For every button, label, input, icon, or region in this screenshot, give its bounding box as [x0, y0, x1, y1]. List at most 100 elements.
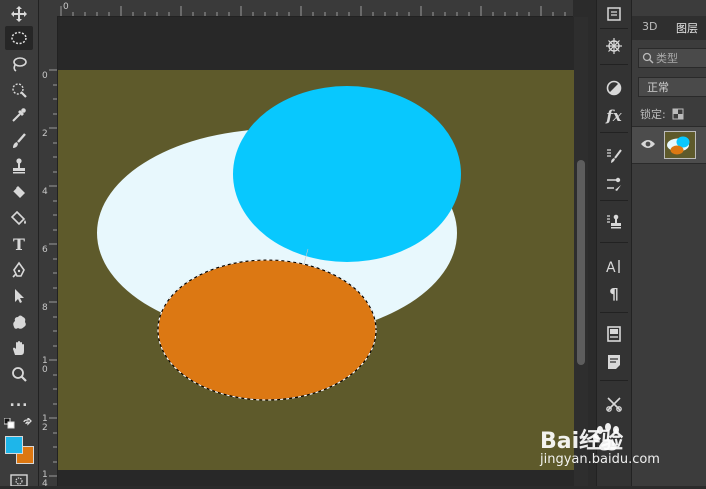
character-button[interactable]: A: [601, 254, 627, 278]
lasso-icon: [13, 57, 27, 72]
search-icon: [642, 52, 654, 64]
paint-bucket-tool[interactable]: [5, 206, 33, 230]
vertical-ruler[interactable]: 0 2 4 6 8 1 0 1 2 1 4: [39, 16, 58, 489]
clone-stamp-icon: [13, 158, 25, 174]
pen-icon: [12, 261, 25, 278]
elliptical-marquee-tool[interactable]: [5, 26, 33, 50]
strip-divider: [600, 132, 628, 133]
history-icon: [607, 7, 621, 21]
strip-divider: [600, 312, 628, 313]
layer-thumbnail-art: [667, 136, 690, 155]
clone-stamp-tool[interactable]: [5, 154, 33, 178]
blue-ellipse[interactable]: [233, 86, 461, 262]
watermark-url: jingyan.baidu.com: [540, 452, 660, 467]
more-tools-icon: ...: [9, 394, 29, 410]
tool-presets-button[interactable]: [601, 172, 627, 196]
layer-filter-select[interactable]: 类型: [638, 48, 706, 68]
document-workspace[interactable]: [58, 17, 574, 486]
eyedropper-icon: [12, 108, 26, 122]
custom-shape-tool[interactable]: [5, 310, 33, 334]
fx-icon: fx: [606, 107, 622, 125]
paint-bucket-icon: [10, 210, 26, 226]
lock-row: 锁定:: [640, 106, 684, 122]
brush-settings-icon: [607, 149, 622, 163]
navigator-icon: [606, 38, 622, 54]
layer-thumbnail: [664, 131, 696, 159]
character-icon: A: [606, 260, 620, 275]
hand-tool[interactable]: [5, 336, 33, 360]
panel-tab-bar: 3D 图层: [632, 16, 706, 40]
tools-panel: T ...: [0, 0, 39, 486]
eraser-tool[interactable]: [5, 180, 33, 204]
horizontal-ruler[interactable]: 0: [57, 0, 573, 17]
lasso-tool[interactable]: [5, 52, 33, 76]
strip-divider: [600, 28, 628, 29]
watermark-brand: Bai经验: [540, 428, 623, 454]
libraries-button[interactable]: [601, 322, 627, 346]
tab-3d[interactable]: 3D: [642, 20, 657, 33]
adjustments-icon: [606, 80, 622, 96]
zoom-icon: [12, 367, 27, 382]
path-selection-icon: [15, 289, 24, 303]
svg-text:A: A: [606, 260, 616, 275]
vertical-ruler-label: 6: [42, 245, 48, 255]
type-tool[interactable]: T: [5, 232, 33, 256]
brush-tool[interactable]: [5, 129, 33, 153]
horizontal-ruler-label: 0: [63, 2, 69, 12]
lock-label: 锁定:: [640, 108, 666, 121]
document-canvas[interactable]: [58, 17, 574, 486]
strip-divider: [600, 380, 628, 381]
strip-divider: [600, 242, 628, 243]
paragraph-icon: ¶: [609, 285, 619, 303]
history-button[interactable]: [601, 2, 627, 26]
ruler-origin[interactable]: [39, 0, 58, 17]
tool-presets-icon: [607, 177, 621, 191]
panel-icon-strip: fx A ¶: [596, 0, 632, 486]
move-tool[interactable]: [5, 2, 33, 26]
lock-transparent-pixels-icon[interactable]: [672, 108, 684, 120]
vertical-ruler-label: 2: [42, 129, 48, 139]
measurement-button[interactable]: [601, 392, 627, 416]
layer-row[interactable]: [632, 126, 706, 164]
vertical-ruler-label: 8: [42, 303, 48, 313]
hand-icon: [13, 341, 24, 355]
clone-source-icon: [607, 214, 621, 229]
baidu-logo: Bai经验: [540, 423, 623, 454]
path-selection-tool[interactable]: [5, 284, 33, 308]
default-colors-icon[interactable]: [4, 418, 16, 430]
eye-icon[interactable]: [640, 138, 656, 150]
foreground-color-swatch[interactable]: [5, 436, 23, 454]
tab-layers[interactable]: 图层: [676, 20, 698, 36]
custom-shape-icon: [13, 315, 26, 329]
vertical-ruler-label: 4: [42, 187, 48, 197]
zoom-tool[interactable]: [5, 362, 33, 386]
libraries-icon: [607, 326, 621, 342]
paragraph-button[interactable]: ¶: [601, 282, 627, 306]
clone-source-button[interactable]: [601, 210, 627, 234]
notes-icon: [608, 355, 620, 369]
eraser-icon: [12, 186, 25, 198]
navigator-button[interactable]: [601, 34, 627, 58]
quick-selection-tool[interactable]: [5, 78, 33, 102]
baidu-jingyan-watermark: Bai经验 jingyan.baidu.com: [540, 422, 706, 486]
brush-settings-button[interactable]: [601, 144, 627, 168]
swap-colors-icon[interactable]: [22, 418, 34, 430]
notes-button[interactable]: [601, 350, 627, 374]
layer-filter-label: 类型: [656, 52, 678, 65]
eyedropper-tool[interactable]: [5, 103, 33, 127]
blend-mode-select[interactable]: 正常: [638, 77, 706, 97]
layers-panel: 3D 图层 类型 正常 锁定:: [632, 0, 706, 486]
quick-mask-icon[interactable]: [10, 474, 28, 486]
measurement-icon: [606, 397, 622, 412]
strip-divider: [600, 200, 628, 201]
styles-button[interactable]: fx: [601, 104, 627, 128]
type-icon: T: [13, 234, 25, 254]
vertical-ruler-label: 1 0: [42, 356, 48, 375]
adjustments-button[interactable]: [601, 76, 627, 100]
pen-tool[interactable]: [5, 258, 33, 282]
vertical-scroll-thumb[interactable]: [577, 160, 585, 365]
orange-ellipse[interactable]: [158, 260, 376, 400]
vertical-ruler-label: 1 2: [42, 414, 48, 433]
vertical-ruler-label: 0: [42, 71, 48, 81]
more-tools-button[interactable]: ...: [5, 390, 33, 414]
